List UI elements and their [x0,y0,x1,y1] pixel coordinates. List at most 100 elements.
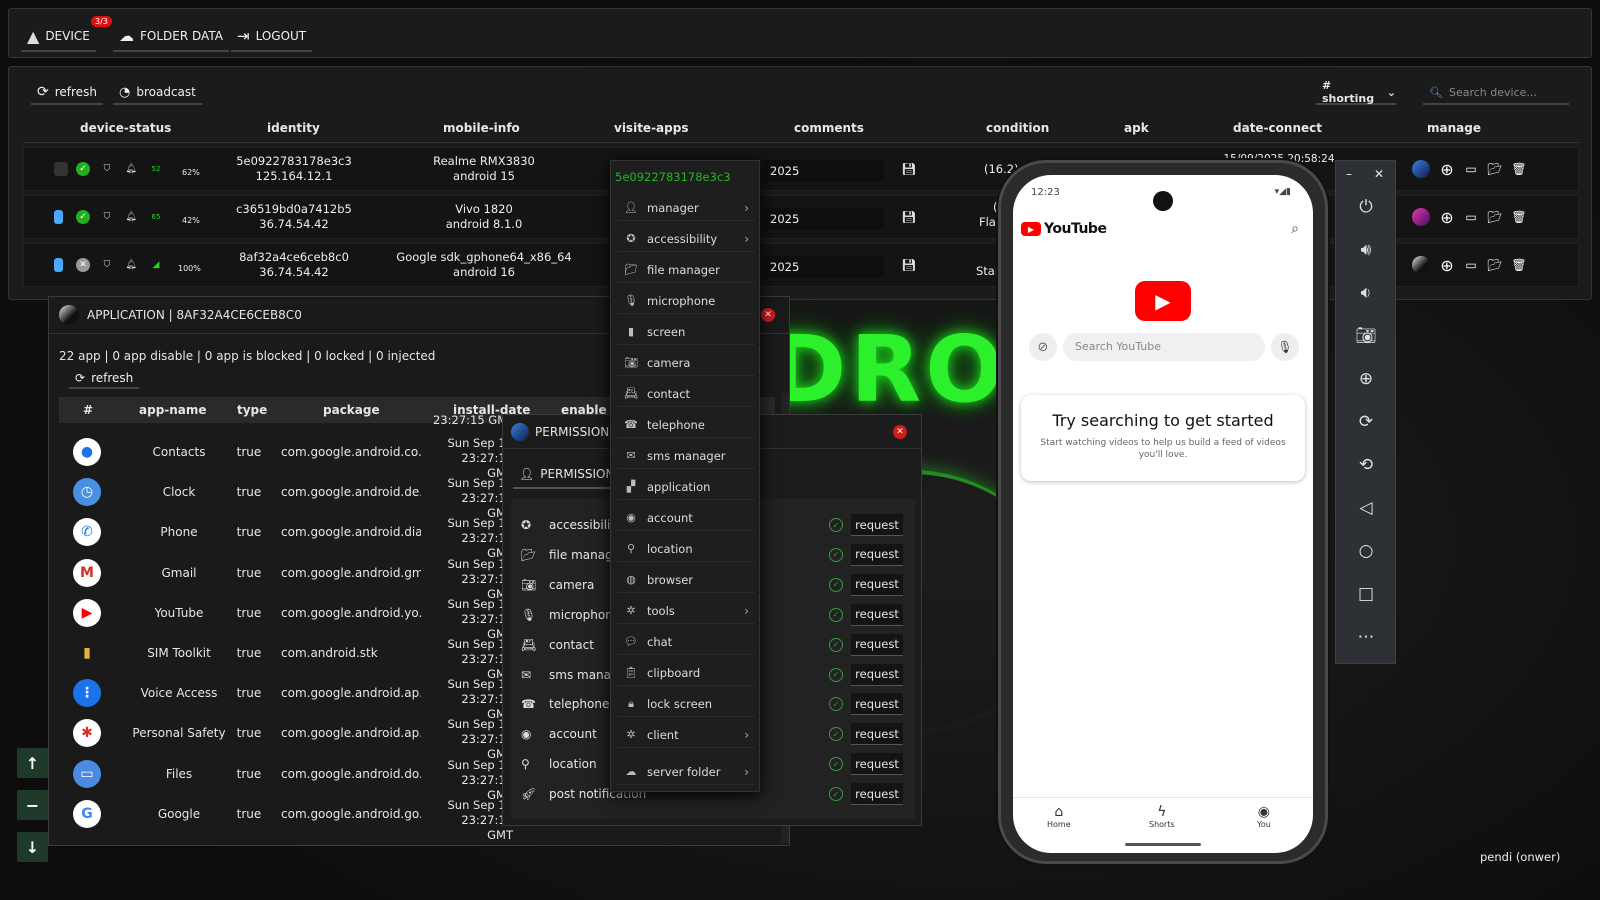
context-item-screen[interactable]: ▮ screen [617,319,755,345]
chevron-down-icon: ⌄ [1386,85,1396,99]
signal-icon: ◢ [152,260,160,270]
trash-icon[interactable]: 🗑︎ [1510,256,1528,274]
rotate-right-icon[interactable]: ⟳ [1354,410,1378,434]
inbox-icon[interactable]: ▭ [1462,208,1480,226]
nav-shorts[interactable]: ϟ Shorts [1149,804,1175,829]
folder-open-icon[interactable]: 📂︎ [1486,160,1504,178]
nav-folder-button[interactable]: ☁ FOLDER DATA [113,22,229,52]
request-button[interactable]: request [851,603,903,626]
save-icon[interactable]: 💾︎ [900,208,918,226]
permission-tab[interactable]: 👤︎ PERMISSION [513,461,621,489]
refresh-icon: ⟳ [75,371,86,385]
context-item-telephone[interactable]: ☎︎ telephone [617,412,755,438]
plus-circle-icon[interactable]: ⊕ [1438,208,1456,227]
context-item-sms-manager[interactable]: ✉︎ sms manager [617,443,755,469]
scroll-down-button[interactable]: ↓ [17,832,48,862]
camera-icon[interactable]: 📷︎ [1354,324,1378,348]
save-icon[interactable]: 💾︎ [900,160,918,178]
nav-logout-button[interactable]: ⇥ LOGOUT [231,22,313,52]
clock-app-icon: ◷ [73,478,101,507]
context-item-contact[interactable]: 📇︎ contact [617,381,755,407]
phone-screen[interactable]: 12:23 ▾◢▮ ▶ YouTube ⌕ ▶ ⊘ Search YouTube… [1013,175,1313,853]
app-package: com.google.android.yo... [281,605,421,620]
context-item-server-folder[interactable]: ☁︎ server folder › [617,759,755,785]
volume-up-icon[interactable]: 🔊︎ [1354,238,1378,262]
folder-open-icon[interactable]: 📂︎ [1486,256,1504,274]
request-button[interactable]: request [851,543,903,566]
trash-icon[interactable]: 🗑︎ [1510,208,1528,226]
folder-open-icon[interactable]: 📂︎ [1486,208,1504,226]
app-name: Personal Safety [132,726,226,741]
context-item-accessibility[interactable]: ✪ accessibility › [617,226,755,252]
recents-icon[interactable]: □ [1354,582,1378,606]
context-item-microphone[interactable]: 🎙︎ microphone [617,288,755,314]
context-item-file-manager[interactable]: 📁︎ file manager [617,257,755,283]
mic-icon: 🎙︎ [624,294,638,307]
power-icon[interactable]: ⏻ [1354,195,1378,219]
inbox-icon[interactable]: ▭ [1462,160,1480,178]
device-search[interactable]: 🔍︎ Search device... [1423,81,1569,105]
save-icon[interactable]: 💾︎ [900,256,918,274]
globe-icon: ◍ [626,573,636,586]
request-button[interactable]: request [851,693,903,716]
context-item-browser[interactable]: ◍ browser [617,567,755,593]
request-button[interactable]: request [851,783,903,806]
minimize-icon[interactable]: – [1346,167,1352,181]
personal-safety-app-icon: ✱ [73,719,101,748]
close-icon[interactable]: ✕ [761,308,775,322]
request-button[interactable]: request [851,723,903,746]
comment-input[interactable]: 2025 [764,256,884,278]
scroll-up-button[interactable]: ↑ [17,748,48,778]
home-icon[interactable]: ○ [1354,539,1378,563]
check-circle-icon: ✓ [829,667,843,682]
inbox-icon[interactable]: ▭ [1462,256,1480,274]
plus-circle-icon[interactable]: ⊕ [1438,160,1456,179]
context-item-camera[interactable]: 📷︎ camera [617,350,755,376]
request-button[interactable]: request [851,753,903,776]
nav-you[interactable]: ◉ You [1257,804,1271,829]
scroll-center-button[interactable]: − [17,790,48,820]
app-package: com.google.android.ap... [281,726,421,741]
app-refresh-button[interactable]: ⟳ refresh [69,369,140,389]
zoom-in-icon[interactable]: ⊕ [1354,367,1378,391]
more-icon[interactable]: ⋯ [1354,625,1378,649]
shorting-dropdown[interactable]: # shorting ⌄ [1316,79,1396,105]
context-item-manager[interactable]: 👤︎ manager › [617,195,755,221]
context-item-lock-screen[interactable]: 🔒︎ lock screen [617,691,755,717]
request-button[interactable]: request [851,573,903,596]
request-button[interactable]: request [851,633,903,656]
context-item-application[interactable]: ▞ application [617,474,755,500]
search-icon[interactable]: ⌕ [1291,221,1299,237]
back-icon[interactable]: ◁ [1354,496,1378,520]
nav-home[interactable]: ⌂ Home [1047,804,1071,829]
youtube-search-input[interactable]: Search YouTube [1063,333,1265,361]
request-button[interactable]: request [851,514,903,536]
close-icon[interactable]: ✕ [1374,167,1384,181]
request-button[interactable]: request [851,663,903,686]
device-avatar-icon [1412,208,1430,226]
context-item-tools[interactable]: ✲ tools › [617,598,755,624]
explore-icon[interactable]: ⊘ [1029,333,1057,361]
check-circle-icon: ✓ [829,727,843,742]
cloud-icon: ☁ [119,27,134,45]
trash-icon[interactable]: 🗑︎ [1510,160,1528,178]
context-item-client[interactable]: ✲ client › [617,722,755,748]
plus-circle-icon[interactable]: ⊕ [1438,256,1456,275]
comment-input[interactable]: 2025 [764,160,884,182]
broadcast-button[interactable]: ◔ broadcast [113,81,202,105]
install-date-day: Sun Sep 14 [447,717,514,732]
context-item-chat[interactable]: 💬︎ chat [617,629,755,655]
client-icon: ✲ [626,728,636,741]
context-item-clipboard[interactable]: 📋︎ clipboard [617,660,755,686]
rotate-left-icon[interactable]: ⟲ [1354,453,1378,477]
permission-label: location [549,757,597,772]
comment-input[interactable]: 2025 [764,208,884,230]
volume-down-icon[interactable]: 🔉︎ [1354,281,1378,305]
context-item-location[interactable]: ⚲ location [617,536,755,562]
refresh-button[interactable]: ⟳ refresh [31,81,103,105]
nav-device-button[interactable]: ▲ DEVICE 3/3 [21,16,112,52]
context-item-account[interactable]: ◉ account [617,505,755,531]
mic-icon[interactable]: 🎙︎ [1271,333,1299,361]
close-icon[interactable]: ✕ [893,425,907,439]
search-icon: 🔍︎ [1429,85,1443,99]
